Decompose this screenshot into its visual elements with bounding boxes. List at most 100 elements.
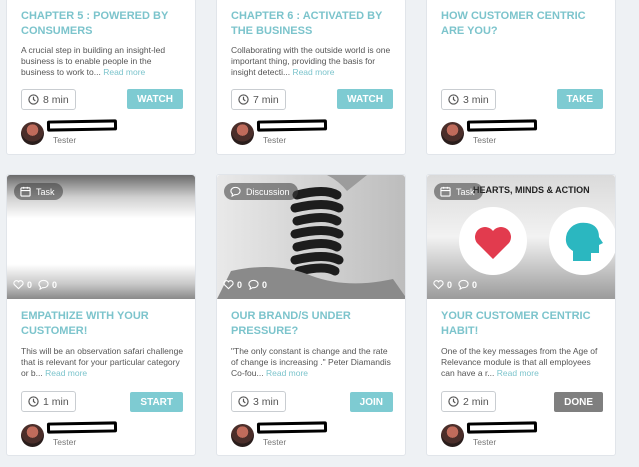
card-description: One of the key messages from the Age of …	[441, 346, 598, 378]
read-more-link[interactable]: Read more	[45, 368, 87, 378]
task-tag: Task	[434, 183, 483, 200]
calendar-icon	[440, 186, 451, 197]
chat-bubble-icon	[230, 186, 241, 197]
duration-badge: 7 min	[231, 89, 286, 110]
card-title[interactable]: HOW CUSTOMER CENTRIC ARE YOU?	[441, 9, 606, 39]
heart-icon	[13, 280, 24, 290]
tag-label: Task	[36, 186, 55, 197]
likes[interactable]: 0	[223, 279, 242, 290]
redaction-mark	[466, 421, 538, 434]
clock-icon	[448, 94, 459, 105]
duration-text: 2 min	[463, 395, 489, 408]
read-more-link[interactable]: Read more	[497, 368, 539, 378]
likes-count: 0	[27, 279, 33, 290]
card-title[interactable]: CHAPTER 5 : POWERED BY CONSUMERS	[21, 9, 186, 39]
duration-text: 3 min	[463, 93, 489, 106]
calendar-icon	[20, 186, 31, 197]
done-button[interactable]: DONE	[554, 392, 603, 412]
tag-label: Task	[456, 186, 475, 197]
author-name: Tester	[473, 135, 497, 145]
read-more-link[interactable]: Read more	[103, 67, 145, 77]
duration-badge: 1 min	[21, 391, 76, 412]
watch-button[interactable]: WATCH	[127, 89, 183, 109]
avatar	[231, 122, 254, 145]
join-button[interactable]: JOIN	[349, 392, 393, 412]
image-caption: HEARTS, MINDS & ACTION	[473, 185, 590, 195]
redaction-mark	[466, 119, 538, 132]
clock-icon	[238, 396, 249, 407]
reactions: 0 0	[433, 279, 477, 290]
duration-badge: 8 min	[21, 89, 76, 110]
likes-count: 0	[447, 279, 453, 290]
tag-label: Discussion	[246, 186, 290, 197]
card-thumbnail[interactable]: Task 0 0	[7, 175, 195, 299]
duration-text: 8 min	[43, 93, 69, 106]
author-name: Tester	[263, 135, 287, 145]
author-name: Tester	[263, 437, 287, 447]
task-tag: Task	[14, 183, 63, 200]
read-more-link[interactable]: Read more	[266, 368, 308, 378]
card-description: "The only constant is change and the rat…	[231, 346, 391, 378]
avatar	[21, 424, 44, 447]
card-thumbnail[interactable]: Discussion 0 0	[217, 175, 405, 299]
likes[interactable]: 0	[13, 279, 32, 290]
read-more-link[interactable]: Read more	[292, 67, 334, 77]
comments-count: 0	[52, 279, 58, 290]
discussion-tag: Discussion	[224, 183, 298, 200]
comment-icon	[458, 279, 469, 290]
author-info: Tester	[21, 119, 191, 148]
author-name: Tester	[53, 135, 77, 145]
comment-icon	[38, 279, 49, 290]
likes-count: 0	[237, 279, 243, 290]
redaction-mark	[46, 421, 118, 434]
comments[interactable]: 0	[38, 279, 57, 290]
card-description: This will be an observation safari chall…	[21, 346, 184, 378]
start-button[interactable]: START	[130, 392, 183, 412]
take-button[interactable]: TAKE	[556, 89, 603, 109]
card-title[interactable]: OUR BRAND/S UNDER PRESSURE?	[231, 309, 396, 339]
clock-icon	[28, 94, 39, 105]
likes[interactable]: 0	[433, 279, 452, 290]
card-description: A crucial step in building an insight-le…	[21, 45, 166, 77]
card-description: Collaborating with the outside world is …	[231, 45, 391, 77]
heart-icon	[433, 280, 444, 290]
comment-icon	[248, 279, 259, 290]
card-chapter-6[interactable]: CHAPTER 6 : ACTIVATED BY THE BUSINESS Co…	[216, 0, 406, 155]
card-empathize[interactable]: Task 0 0 EMPATHIZE WITH YOUR CUSTOMER! T…	[6, 174, 196, 456]
card-title[interactable]: CHAPTER 6 : ACTIVATED BY THE BUSINESS	[231, 9, 396, 39]
avatar	[21, 122, 44, 145]
watch-button[interactable]: WATCH	[337, 89, 393, 109]
author-info: Tester	[441, 421, 611, 450]
duration-badge: 3 min	[231, 391, 286, 412]
redaction-mark	[256, 421, 328, 434]
avatar	[441, 122, 464, 145]
comments[interactable]: 0	[248, 279, 267, 290]
reactions: 0 0	[223, 279, 267, 290]
duration-badge: 2 min	[441, 391, 496, 412]
comments-count: 0	[262, 279, 268, 290]
author-info: Tester	[21, 421, 191, 450]
avatar	[441, 424, 464, 447]
author-name: Tester	[473, 437, 497, 447]
card-thumbnail[interactable]: HEARTS, MINDS & ACTION Task 0 0	[427, 175, 615, 299]
author-info: Tester	[441, 119, 611, 148]
clock-icon	[448, 396, 459, 407]
author-name: Tester	[53, 437, 77, 447]
card-brand-pressure[interactable]: Discussion 0 0 OUR BRAND/S UNDER PRESSUR…	[216, 174, 406, 456]
card-customer-centric-quiz[interactable]: HOW CUSTOMER CENTRIC ARE YOU? 3 min TAKE…	[426, 0, 616, 155]
author-info: Tester	[231, 421, 401, 450]
card-chapter-5[interactable]: CHAPTER 5 : POWERED BY CONSUMERS A cruci…	[6, 0, 196, 155]
card-title[interactable]: YOUR CUSTOMER CENTRIC HABIT!	[441, 309, 606, 339]
duration-text: 1 min	[43, 395, 69, 408]
avatar	[231, 424, 254, 447]
redaction-mark	[46, 119, 118, 132]
duration-badge: 3 min	[441, 89, 496, 110]
heart-icon	[223, 280, 234, 290]
clock-icon	[238, 94, 249, 105]
author-info: Tester	[231, 119, 401, 148]
comments-count: 0	[472, 279, 478, 290]
duration-text: 7 min	[253, 93, 279, 106]
comments[interactable]: 0	[458, 279, 477, 290]
card-title[interactable]: EMPATHIZE WITH YOUR CUSTOMER!	[21, 309, 186, 339]
card-customer-centric-habit[interactable]: HEARTS, MINDS & ACTION Task 0 0 YOUR CUS…	[426, 174, 616, 456]
